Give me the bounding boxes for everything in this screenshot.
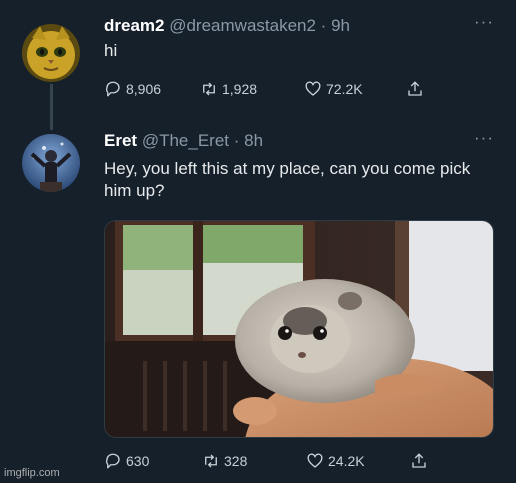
hamster-photo bbox=[105, 221, 493, 437]
tweet-actions: 8,906 1,928 72.2K bbox=[104, 80, 424, 98]
separator-dot: · bbox=[233, 131, 240, 150]
avatar-dream2-image bbox=[22, 24, 80, 82]
share-icon bbox=[408, 81, 422, 96]
avatar-eret-image bbox=[22, 134, 80, 192]
tweet-eret[interactable]: Eret @The_Eret · 8h ··· Hey, you left th… bbox=[0, 122, 516, 483]
like-count: 72.2K bbox=[326, 81, 363, 97]
tweet-actions: 630 328 24.2K bbox=[104, 452, 428, 470]
timestamp[interactable]: 8h bbox=[244, 131, 263, 150]
like-count: 24.2K bbox=[328, 453, 365, 469]
more-options-icon[interactable]: ··· bbox=[474, 12, 494, 32]
retweet-count: 328 bbox=[224, 453, 248, 469]
share-button[interactable] bbox=[410, 452, 428, 470]
share-icon bbox=[412, 453, 426, 468]
display-name[interactable]: Eret bbox=[104, 131, 137, 150]
tweet-header: Eret @The_Eret · 8h bbox=[104, 131, 263, 151]
user-handle[interactable]: @The_Eret bbox=[142, 131, 229, 150]
tweet-photo-hamster[interactable] bbox=[104, 220, 494, 438]
retweet-icon bbox=[205, 454, 217, 468]
retweet-count: 1,928 bbox=[222, 81, 258, 97]
like-button[interactable]: 24.2K bbox=[306, 452, 410, 470]
reply-button[interactable]: 630 bbox=[104, 452, 202, 470]
more-options-icon[interactable]: ··· bbox=[474, 128, 494, 148]
reply-count: 8,906 bbox=[126, 81, 162, 97]
retweet-button[interactable]: 1,928 bbox=[200, 80, 304, 98]
tweet-dream2[interactable]: dream2 @dreamwastaken2 · 9h ··· hi 8,906… bbox=[0, 0, 516, 130]
tweet-text: hi bbox=[104, 41, 118, 60]
avatar-dream2[interactable] bbox=[22, 24, 80, 82]
reply-count: 630 bbox=[126, 453, 150, 469]
display-name[interactable]: dream2 bbox=[104, 16, 164, 35]
retweet-icon bbox=[203, 82, 215, 96]
tweet-header: dream2 @dreamwastaken2 · 9h bbox=[104, 16, 350, 36]
timestamp[interactable]: 9h bbox=[331, 16, 350, 35]
tweet-text: Hey, you left this at my place, can you … bbox=[104, 159, 471, 200]
share-button[interactable] bbox=[406, 80, 424, 98]
avatar-eret[interactable] bbox=[22, 134, 80, 192]
user-handle[interactable]: @dreamwastaken2 bbox=[169, 16, 316, 35]
reply-icon bbox=[105, 81, 120, 97]
imgflip-watermark: imgflip.com bbox=[4, 467, 60, 479]
separator-dot: · bbox=[320, 16, 327, 35]
reply-icon bbox=[105, 453, 120, 469]
like-button[interactable]: 72.2K bbox=[304, 80, 406, 98]
retweet-button[interactable]: 328 bbox=[202, 452, 306, 470]
heart-icon bbox=[305, 81, 321, 96]
heart-icon bbox=[307, 453, 323, 468]
reply-button[interactable]: 8,906 bbox=[104, 80, 200, 98]
